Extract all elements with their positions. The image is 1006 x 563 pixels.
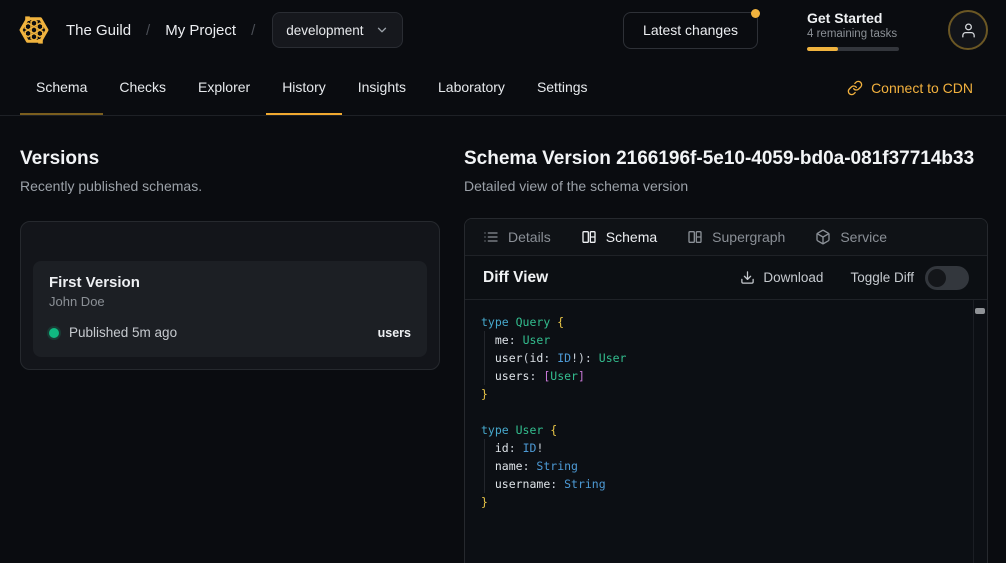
diff-view-toolbar: Diff View Download Toggle Diff bbox=[465, 256, 987, 300]
breadcrumb-separator: / bbox=[251, 22, 255, 39]
toggle-diff-label: Toggle Diff bbox=[850, 270, 914, 285]
columns-icon bbox=[581, 229, 597, 245]
indent-guide bbox=[484, 439, 485, 493]
breadcrumb-separator: / bbox=[146, 22, 150, 39]
connect-cdn-link[interactable]: Connect to CDN bbox=[847, 60, 973, 115]
code-line: users: [User] bbox=[481, 367, 961, 385]
code-line: id: ID! bbox=[481, 439, 961, 457]
scrollbar-thumb[interactable] bbox=[975, 308, 985, 314]
hive-logo[interactable] bbox=[14, 10, 54, 50]
code-line: } bbox=[481, 385, 961, 403]
code-line: me: User bbox=[481, 331, 961, 349]
detail-tab-details[interactable]: Details bbox=[483, 229, 551, 245]
version-detail-subtitle: Detailed view of the schema version bbox=[464, 178, 988, 194]
nav-tab-laboratory[interactable]: Laboratory bbox=[422, 60, 521, 115]
code-line: name: String bbox=[481, 457, 961, 475]
detail-tab-supergraph[interactable]: Supergraph bbox=[687, 229, 785, 245]
get-started-progress-bar bbox=[807, 47, 899, 51]
toggle-knob bbox=[928, 269, 946, 287]
connect-cdn-label: Connect to CDN bbox=[871, 80, 973, 96]
person-icon bbox=[960, 22, 977, 39]
nav-tab-settings[interactable]: Settings bbox=[521, 60, 604, 115]
nav-tab-checks[interactable]: Checks bbox=[103, 60, 182, 115]
code-line: } bbox=[481, 493, 961, 511]
detail-tab-schema[interactable]: Schema bbox=[581, 229, 657, 245]
toggle-diff-switch[interactable] bbox=[925, 266, 969, 290]
detail-tab-label: Schema bbox=[606, 229, 657, 245]
detail-tabs: Details Schema Supergraph Service bbox=[465, 219, 987, 256]
versions-section: Versions Recently published schemas. Fir… bbox=[20, 148, 440, 563]
scrollbar-track[interactable] bbox=[973, 300, 974, 563]
download-label: Download bbox=[763, 270, 823, 285]
detail-tab-label: Details bbox=[508, 229, 551, 245]
primary-nav-tabs: SchemaChecksExplorerHistoryInsightsLabor… bbox=[20, 60, 604, 115]
version-detail-panel: Details Schema Supergraph Service Diff View… bbox=[464, 218, 988, 563]
version-author: John Doe bbox=[49, 294, 411, 309]
main-content: Versions Recently published schemas. Fir… bbox=[0, 116, 1006, 563]
version-status: Published 5m ago bbox=[69, 325, 177, 340]
download-icon bbox=[740, 270, 755, 285]
primary-nav: SchemaChecksExplorerHistoryInsightsLabor… bbox=[0, 60, 1006, 116]
user-avatar[interactable] bbox=[948, 10, 988, 50]
breadcrumb-org[interactable]: The Guild bbox=[66, 22, 131, 39]
breadcrumb-project[interactable]: My Project bbox=[165, 22, 236, 39]
version-detail-title: Schema Version 2166196f-5e10-4059-bd0a-0… bbox=[464, 148, 988, 170]
code-line: type Query { bbox=[481, 313, 961, 331]
code-line bbox=[481, 403, 961, 421]
version-detail-section: Schema Version 2166196f-5e10-4059-bd0a-0… bbox=[464, 148, 988, 563]
download-button[interactable]: Download bbox=[740, 270, 823, 285]
box-icon bbox=[815, 229, 831, 245]
code-line: type User { bbox=[481, 421, 961, 439]
nav-tab-insights[interactable]: Insights bbox=[342, 60, 422, 115]
code-lines: type Query { me: User user(id: ID!): Use… bbox=[481, 313, 961, 511]
get-started-title: Get Started bbox=[807, 10, 899, 26]
notification-dot bbox=[751, 9, 760, 18]
version-list-item[interactable]: First Version John Doe Published 5m ago … bbox=[33, 261, 427, 357]
chevron-down-icon bbox=[375, 23, 389, 37]
code-line: username: String bbox=[481, 475, 961, 493]
version-title: First Version bbox=[49, 274, 411, 291]
detail-tab-label: Supergraph bbox=[712, 229, 785, 245]
target-selector[interactable]: development bbox=[272, 12, 402, 48]
versions-subtitle: Recently published schemas. bbox=[20, 178, 440, 194]
indent-guide bbox=[484, 331, 485, 385]
hive-logo-icon bbox=[14, 10, 54, 50]
nav-tab-history[interactable]: History bbox=[266, 60, 342, 115]
get-started-progress-fill bbox=[807, 47, 838, 51]
versions-card: First Version John Doe Published 5m ago … bbox=[20, 221, 440, 370]
list-icon bbox=[483, 229, 499, 245]
code-line: user(id: ID!): User bbox=[481, 349, 961, 367]
detail-tab-service[interactable]: Service bbox=[815, 229, 887, 245]
breadcrumb: The Guild / My Project / bbox=[66, 22, 270, 39]
columns-icon bbox=[687, 229, 703, 245]
published-status-dot bbox=[49, 328, 59, 338]
schema-code-viewer[interactable]: type Query { me: User user(id: ID!): Use… bbox=[465, 300, 987, 563]
diff-view-title: Diff View bbox=[483, 269, 548, 287]
nav-tab-schema[interactable]: Schema bbox=[20, 60, 103, 115]
app-header: The Guild / My Project / development Lat… bbox=[0, 0, 1006, 60]
link-icon bbox=[847, 80, 863, 96]
latest-changes-wrap: Latest changes bbox=[623, 12, 758, 49]
get-started-subtitle: 4 remaining tasks bbox=[807, 28, 899, 40]
nav-tab-explorer[interactable]: Explorer bbox=[182, 60, 266, 115]
detail-tab-label: Service bbox=[840, 229, 887, 245]
target-selector-value: development bbox=[286, 23, 363, 38]
get-started-widget[interactable]: Get Started 4 remaining tasks bbox=[807, 10, 899, 51]
latest-changes-button[interactable]: Latest changes bbox=[623, 12, 758, 49]
version-service-badge: users bbox=[378, 326, 411, 340]
version-meta-row: Published 5m ago users bbox=[49, 325, 411, 340]
versions-title: Versions bbox=[20, 148, 440, 170]
